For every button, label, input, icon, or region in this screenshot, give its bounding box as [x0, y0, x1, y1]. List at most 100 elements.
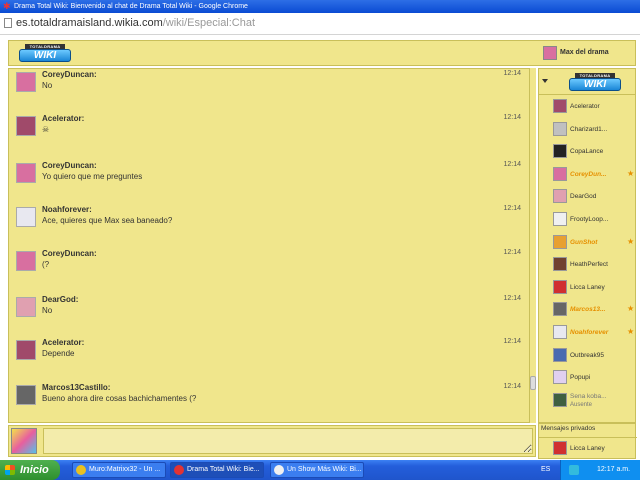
- taskbar-button[interactable]: Un Show Más Wiki: Bi...: [270, 462, 364, 478]
- user-list-sidebar: TOTALDRAMA WIKI Acelerator Charizard1... C…: [538, 68, 636, 423]
- message-avatar[interactable]: [16, 207, 36, 227]
- pm-user-item[interactable]: Licca Laney: [539, 437, 637, 457]
- sidebar-logo-text: WIKI: [569, 78, 621, 91]
- wiki-star-icon: ✱: [3, 1, 11, 11]
- message-text: Bueno ahora dire cosas bachichamentes (?: [42, 394, 197, 403]
- window-titlebar[interactable]: ✱ Drama Total Wiki: Bienvenido al chat d…: [0, 0, 640, 13]
- message-avatar[interactable]: [16, 251, 36, 271]
- user-name: Outbreak95: [570, 351, 604, 359]
- message-avatar[interactable]: [16, 72, 36, 92]
- message-author[interactable]: Noahforever:: [42, 205, 92, 214]
- user-list-item[interactable]: CopaLance: [539, 141, 635, 163]
- url-path: /wiki/Especial:Chat: [162, 17, 256, 29]
- user-avatar: [553, 302, 567, 317]
- user-name: CoreyDun...: [570, 170, 607, 178]
- taskbar: Inicio ES 12:17 a.m. Muro:Matrixx32 - Un…: [0, 460, 640, 480]
- user-name: Charizard1...: [570, 125, 608, 133]
- user-avatar: [553, 347, 567, 362]
- message-avatar[interactable]: [16, 340, 36, 360]
- moderator-star-icon: ★: [627, 236, 635, 246]
- private-messages-title: Mensajes privados: [541, 425, 596, 432]
- message-avatar[interactable]: [16, 297, 36, 317]
- user-name: Acelerator: [570, 103, 600, 110]
- user-list-item[interactable]: Popupi: [539, 367, 635, 389]
- message-author[interactable]: Acelerator:: [42, 338, 84, 347]
- user-avatar: [553, 212, 567, 226]
- system-tray: ES 12:17 a.m.: [541, 460, 640, 480]
- user-list-item[interactable]: GunShot ★: [539, 232, 635, 254]
- clock[interactable]: 12:17 a.m.: [597, 466, 630, 473]
- user-avatar: [553, 121, 567, 136]
- user-list-item[interactable]: FrootyLoop...: [539, 209, 635, 231]
- chat-header: TOTALDRAMA WIKI Max del drama: [8, 40, 636, 66]
- user-list-item[interactable]: Licca Laney: [539, 277, 635, 299]
- user-list-item[interactable]: DearGod: [539, 186, 635, 208]
- current-user-name[interactable]: Max del drama: [560, 49, 609, 56]
- user-list-item[interactable]: Sena koba... Ausente: [539, 390, 635, 412]
- user-list-item[interactable]: Noahforever ★: [539, 322, 635, 344]
- user-list-item[interactable]: Marcos13... ★: [539, 299, 635, 321]
- scrollbar-thumb[interactable]: [530, 376, 536, 390]
- message-time: 12:14: [503, 70, 521, 77]
- logo-text: WIKI: [19, 49, 71, 62]
- chat-message: Marcos13Castillo: Bueno ahora dire cosas …: [9, 382, 529, 418]
- taskbar-button[interactable]: Muro:Matrixx32 - Un ...: [72, 462, 166, 478]
- user-name: Noahforever: [570, 329, 609, 336]
- private-messages: Mensajes privados Licca Laney: [538, 423, 637, 459]
- user-name: Popupi: [570, 374, 591, 382]
- user-avatar: [553, 234, 567, 249]
- message-time: 12:14: [503, 205, 521, 212]
- message-author[interactable]: CoreyDuncan:: [42, 249, 97, 258]
- user-list-item[interactable]: CoreyDun... ★: [539, 164, 635, 186]
- user-name: HeathPerfect: [570, 261, 608, 269]
- start-button[interactable]: Inicio: [0, 460, 60, 480]
- wiki-logo[interactable]: TOTALDRAMA WIKI: [19, 44, 71, 63]
- user-avatar: [553, 279, 567, 294]
- chat-messages: CoreyDuncan: No 12:14 Acelerator: ☠ 12:14 Core…: [8, 68, 530, 423]
- address-bar[interactable]: es.totaldramaisland.wikia.com/wiki/Espec…: [0, 13, 640, 35]
- chat-message-input[interactable]: [43, 428, 533, 454]
- current-user-avatar[interactable]: [543, 46, 557, 60]
- message-text: Ace, quieres que Max sea baneado?: [42, 216, 173, 225]
- messages-scrollbar[interactable]: [530, 68, 536, 423]
- self-avatar: [11, 428, 37, 454]
- message-author[interactable]: Acelerator:: [42, 114, 84, 123]
- user-list-item[interactable]: Outbreak95: [539, 345, 635, 367]
- moderator-star-icon: ★: [627, 327, 635, 336]
- message-text: No: [42, 306, 53, 315]
- message-author[interactable]: DearGod:: [42, 295, 78, 304]
- user-avatar: [553, 189, 567, 204]
- windows-flag-icon: [5, 465, 15, 475]
- url-text[interactable]: es.totaldramaisland.wikia.com/wiki/Espec…: [16, 17, 255, 29]
- chat-message: Acelerator: ☠ 12:14: [9, 113, 529, 149]
- message-avatar[interactable]: [16, 116, 36, 136]
- pm-user-avatar: [553, 441, 567, 455]
- message-time: 12:14: [503, 295, 521, 302]
- window-title: Drama Total Wiki: Bienvenido al chat de …: [14, 3, 248, 10]
- user-status: Ausente: [570, 401, 593, 408]
- user-list-item[interactable]: Acelerator: [539, 96, 635, 118]
- message-time: 12:14: [503, 249, 521, 256]
- chat-message: CoreyDuncan: Yo quiero que me preguntes 12…: [9, 160, 529, 196]
- user-list-item[interactable]: Charizard1...: [539, 119, 635, 141]
- chat-message: CoreyDuncan: (? 12:14: [9, 248, 529, 284]
- pm-user-name: Licca Laney: [570, 445, 605, 452]
- task-app-icon: [174, 465, 184, 475]
- user-avatar: [553, 325, 567, 339]
- taskbar-button[interactable]: Drama Total Wiki: Bie...: [170, 462, 264, 478]
- collapse-arrow-icon[interactable]: [542, 79, 548, 83]
- chat-input-bar: [8, 425, 536, 457]
- message-author[interactable]: CoreyDuncan:: [42, 70, 97, 79]
- user-name: Sena koba...: [570, 392, 607, 400]
- message-avatar[interactable]: [16, 163, 36, 183]
- language-indicator[interactable]: ES: [541, 466, 550, 473]
- user-avatar: [553, 392, 567, 407]
- user-list-item[interactable]: HeathPerfect: [539, 254, 635, 276]
- message-avatar[interactable]: [16, 385, 36, 405]
- user-name: Licca Laney: [570, 283, 605, 291]
- message-author[interactable]: CoreyDuncan:: [42, 161, 97, 170]
- message-text: No: [42, 81, 53, 90]
- tray-network-icon[interactable]: [569, 465, 579, 475]
- task-label: Muro:Matrixx32 - Un ...: [89, 466, 161, 473]
- message-author[interactable]: Marcos13Castillo:: [42, 383, 110, 392]
